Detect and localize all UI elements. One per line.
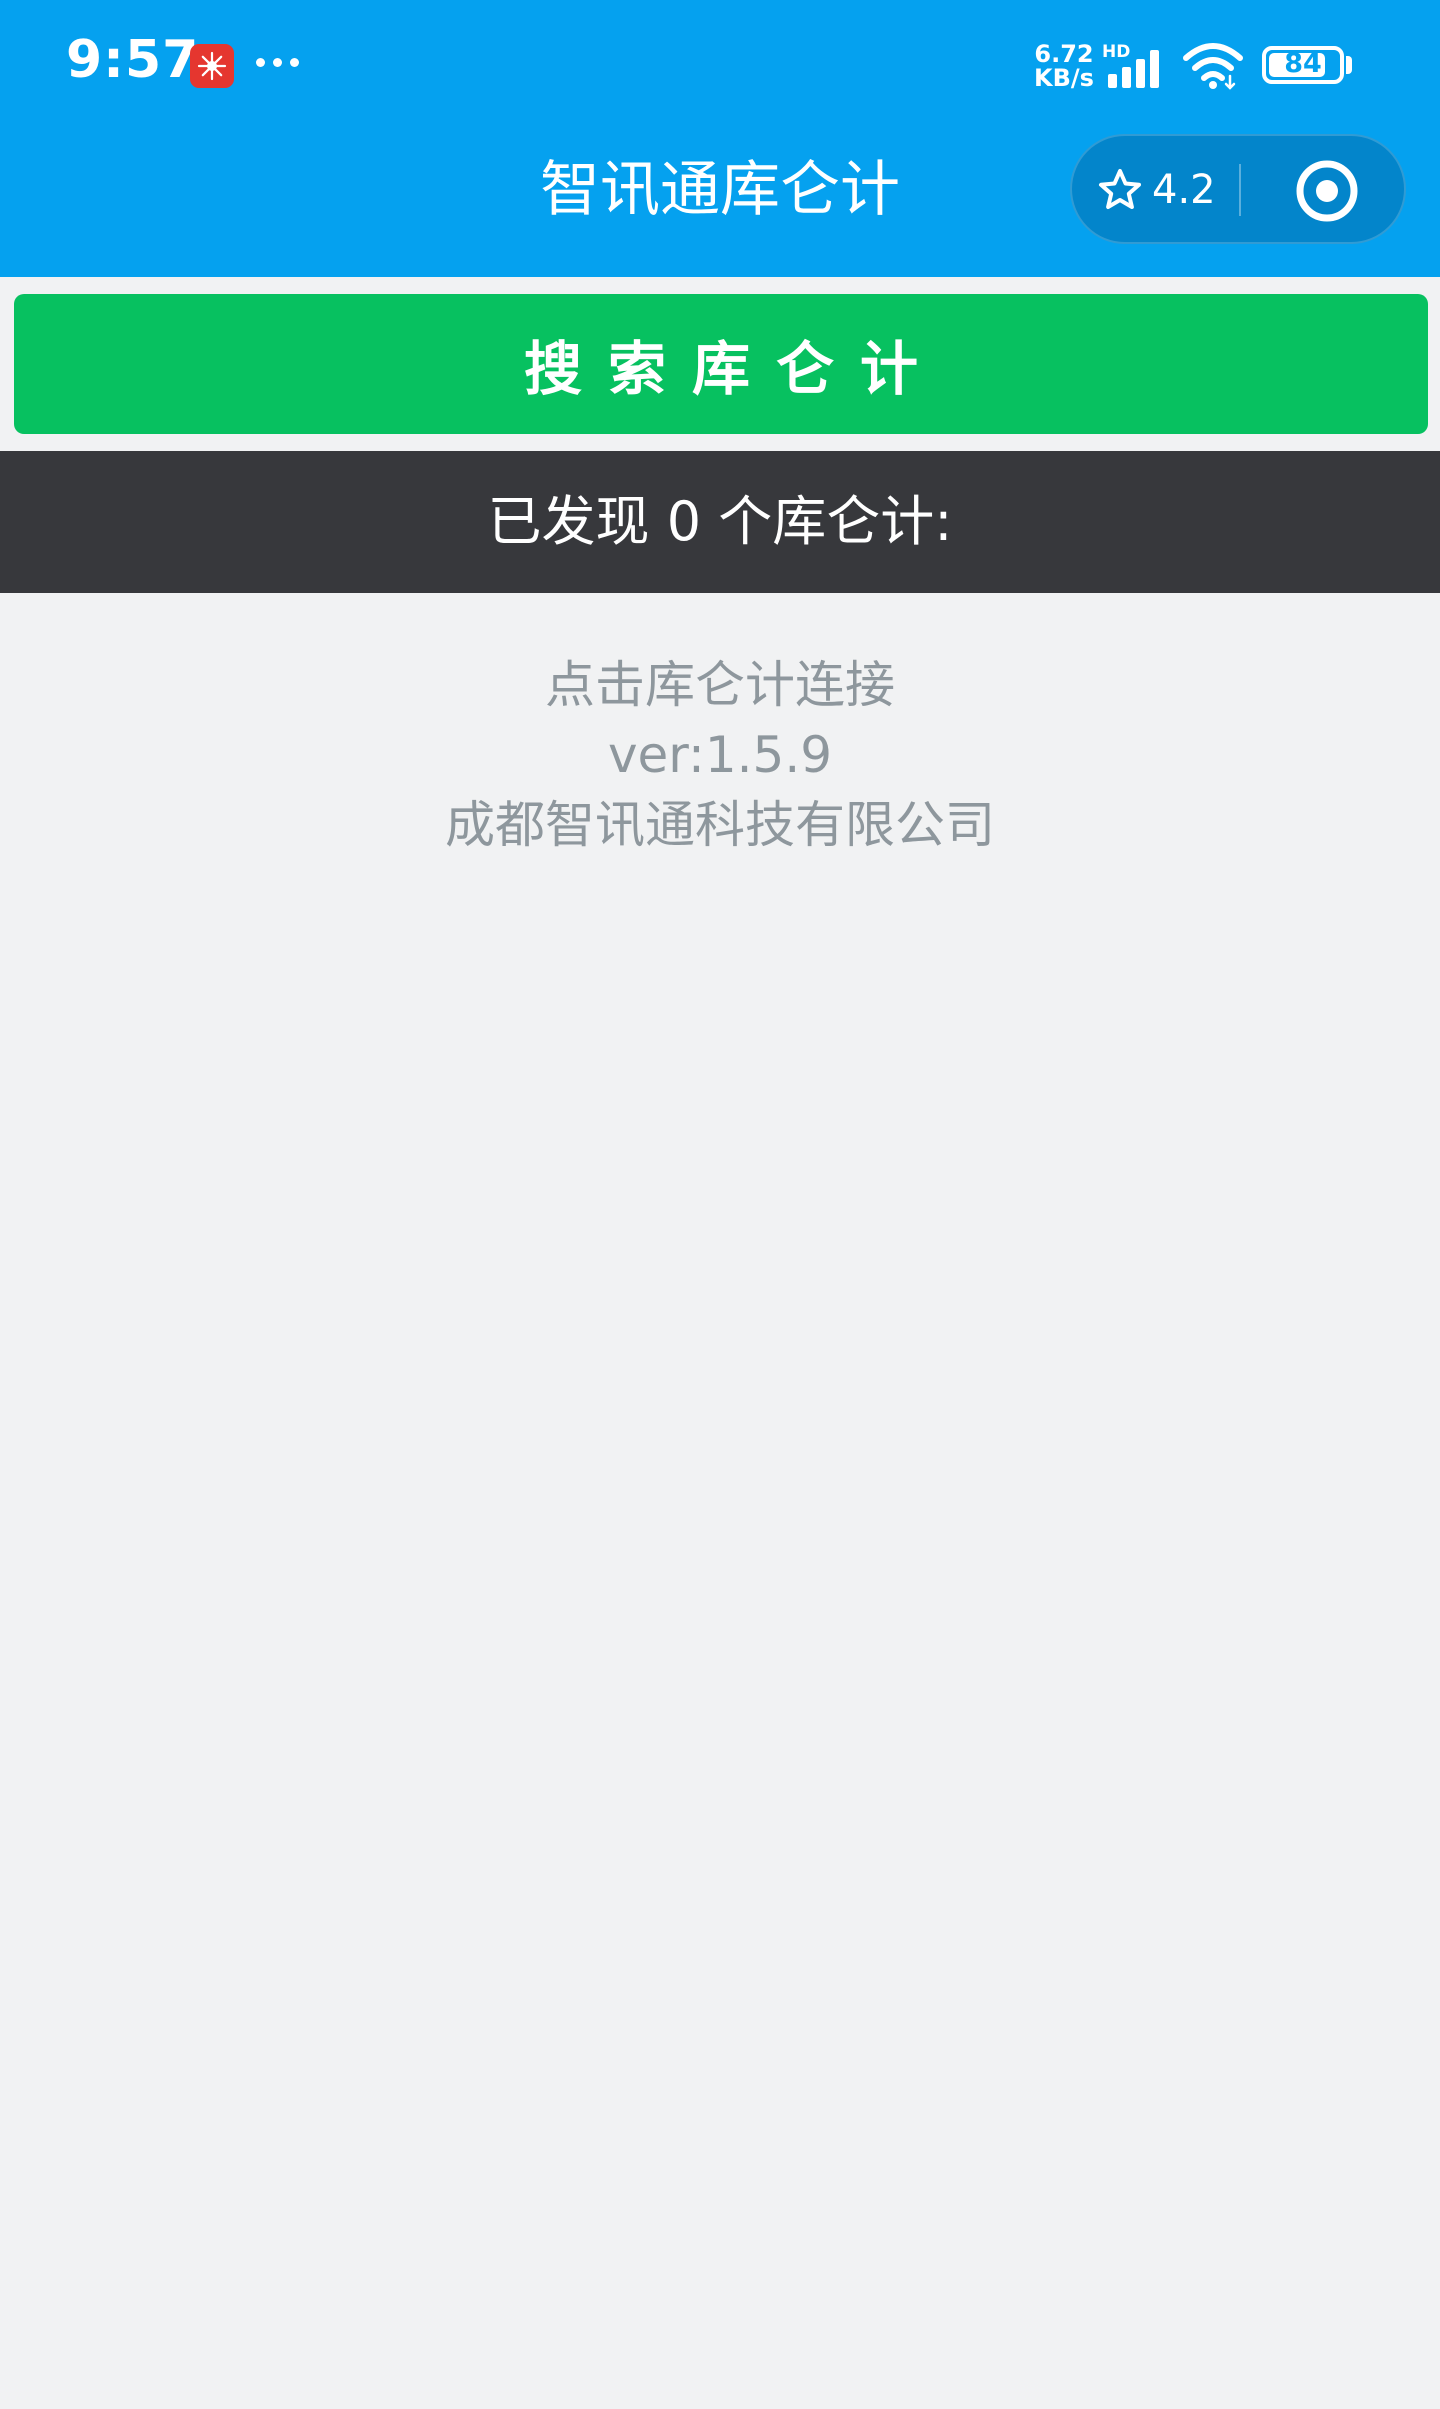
wifi-icon <box>1183 43 1243 90</box>
search-coulometer-button[interactable]: 搜索库仑计 <box>14 294 1428 434</box>
info-block: 点击库仑计连接 ver:1.5.9 成都智讯通科技有限公司 <box>0 650 1440 860</box>
rating-value: 4.2 <box>1152 167 1216 213</box>
battery-icon: 84 <box>1262 46 1344 84</box>
more-dots-icon <box>256 56 302 70</box>
battery-level: 84 <box>1284 48 1322 79</box>
connect-hint: 点击库仑计连接 <box>545 656 895 714</box>
net-speed: 6.72 KB/s <box>1034 42 1094 90</box>
capsule-divider <box>1239 164 1241 216</box>
target-icon[interactable] <box>1294 158 1360 224</box>
battery-tip <box>1346 56 1352 74</box>
found-count-bar: 已发现 0 个库仑计: <box>0 451 1440 593</box>
mini-program-capsule: 4.2 <box>1070 134 1406 244</box>
status-time: 9:57 <box>66 30 200 90</box>
rating-button[interactable]: 4.2 <box>1096 160 1216 220</box>
status-bar: 9:57 6.72 KB/s HD 84 <box>0 0 1440 130</box>
app-notification-icon <box>190 44 234 88</box>
net-speed-value: 6.72 <box>1034 40 1094 68</box>
header: 9:57 6.72 KB/s HD 84 智讯通库仑计 4.2 <box>0 0 1440 277</box>
company-name: 成都智讯通科技有限公司 <box>445 796 995 854</box>
signal-icon <box>1108 50 1159 88</box>
version-label: ver:1.5.9 <box>607 726 833 784</box>
star-icon <box>1099 169 1141 209</box>
net-speed-unit: KB/s <box>1034 64 1094 92</box>
